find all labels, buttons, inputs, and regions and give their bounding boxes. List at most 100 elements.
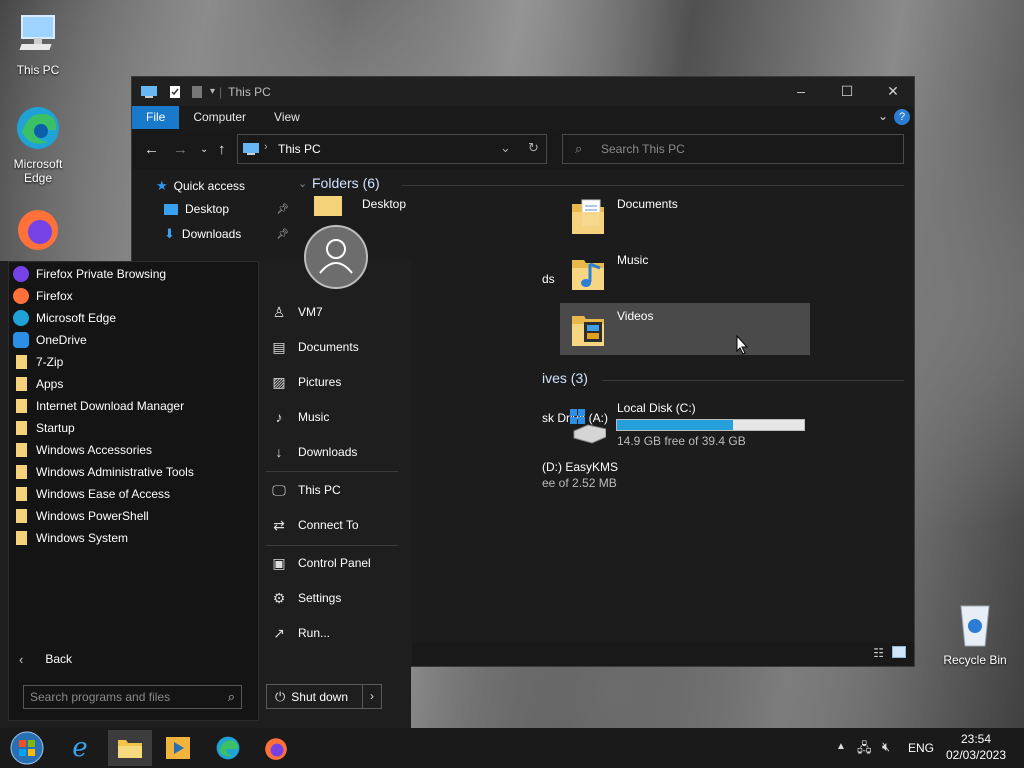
language-indicator[interactable]: ENG [908,741,934,755]
program-item[interactable]: Windows System [13,527,253,549]
up-arrow-icon[interactable]: ↑ [218,141,226,158]
maximize-button[interactable]: ☐ [824,77,870,106]
desktop-icon-edge[interactable]: Microsoft Edge [0,104,76,185]
pin-icon: 📌︎ [276,203,289,215]
program-item[interactable]: Microsoft Edge [13,307,253,329]
folder-tile-music[interactable]: Music [560,247,810,299]
large-icons-view-icon[interactable] [892,646,906,658]
close-button[interactable]: ✕ [870,77,916,106]
folder-tile-documents[interactable]: Documents [560,191,810,243]
shutdown-options-button[interactable]: › [362,684,382,709]
taskbar-file-explorer[interactable] [108,730,152,766]
folder-icon [314,196,342,216]
section-divider [602,380,904,381]
show-hidden-icons-icon[interactable]: ▲ [836,741,846,752]
section-divider [402,185,904,186]
start-link-user[interactable]: ♙ VM7 [270,298,400,326]
help-icon[interactable]: ? [894,109,910,125]
clock[interactable]: 23:54 02/03/2023 [940,732,1012,762]
start-link-label: This PC [298,483,341,497]
taskbar-internet-explorer[interactable]: e [58,730,102,766]
program-search-input[interactable]: Search programs and files ⌕ [23,685,242,709]
desktop-icon-this-pc[interactable]: This PC [0,10,76,77]
program-item[interactable]: Firefox Private Browsing [13,263,253,285]
desktop-icon-recycle-bin[interactable]: Recycle Bin [937,600,1013,667]
minimize-button[interactable]: – [778,77,824,106]
details-view-icon[interactable]: ☷ [873,646,884,660]
start-link-settings[interactable]: ⚙ Settings [270,584,400,612]
back-button[interactable]: ‹ Back [13,648,251,670]
run-icon: ↗ [273,624,285,641]
shutdown-button[interactable]: ⏻ Shut down [266,684,364,709]
mouse-cursor-icon [736,335,748,355]
drive-label: Local Disk (C:) [617,401,696,415]
program-item[interactable]: Startup [13,417,253,439]
chevron-down-icon[interactable]: ▾ [210,86,215,97]
nav-item-desktop[interactable]: Desktop 📌︎ [164,202,289,216]
computer-icon: 🖵︎ [272,481,286,498]
taskbar-firefox[interactable] [254,730,298,766]
program-item[interactable]: Windows Accessories [13,439,253,461]
program-item[interactable]: OneDrive [13,329,253,351]
volume-muted-icon[interactable]: 🔇︎ [882,739,890,755]
start-link-label: Documents [298,340,359,354]
search-icon: ⌕ [227,689,235,704]
collapse-chevron-icon[interactable]: ⌄ [298,177,307,190]
tab-view[interactable]: View [260,106,314,129]
address-bar[interactable]: › This PC ⌄ ↻ [237,134,547,164]
program-item[interactable]: Windows Administrative Tools [13,461,253,483]
start-button[interactable] [4,730,50,766]
folders-section-header[interactable]: Folders (6) [312,175,380,191]
drive-tile-c[interactable]: Local Disk (C:) 14.9 GB free of 39.4 GB [560,397,810,448]
start-link-documents[interactable]: ▤ Documents [270,333,400,361]
start-link-control-panel[interactable]: ▣ Control Panel [270,549,400,577]
start-link-connect-to[interactable]: ⇄ Connect To [270,511,400,539]
tab-file[interactable]: File [132,106,180,129]
new-folder-icon[interactable] [190,85,204,99]
nav-item-quick-access[interactable]: ★ Quick access [156,178,245,194]
back-arrow-icon[interactable]: ← [144,141,159,158]
program-item[interactable]: Windows Ease of Access [13,483,253,505]
nav-item-label: Quick access [173,179,246,193]
user-folder-icon: ♙ [272,303,286,320]
program-item[interactable]: Apps [13,373,253,395]
address-dropdown-icon[interactable]: ⌄ [500,140,511,156]
program-label: Windows Ease of Access [36,487,171,501]
start-link-pictures[interactable]: ▨ Pictures [270,368,400,396]
search-input[interactable]: ⌕ Search This PC [562,134,904,164]
desktop-icon-firefox[interactable] [0,204,76,257]
user-icon [319,239,353,274]
taskbar-edge[interactable] [206,730,250,766]
properties-icon[interactable] [168,85,182,99]
start-link-music[interactable]: ♪ Music [270,403,400,431]
refresh-icon[interactable]: ↻ [528,140,539,156]
start-link-label: Run... [298,626,331,640]
taskbar-media-player[interactable] [156,730,200,766]
drives-section-header[interactable]: ives (3) [542,370,588,386]
expand-ribbon-icon[interactable]: ⌄ [878,109,888,123]
start-link-run[interactable]: ↗ Run... [270,619,400,647]
start-link-this-pc[interactable]: 🖵︎ This PC [270,476,400,504]
folder-tile-videos[interactable]: Videos [560,303,810,355]
program-item[interactable]: Firefox [13,285,253,307]
program-item[interactable]: 7-Zip [13,351,253,373]
program-item[interactable]: Internet Download Manager [13,395,253,417]
gear-icon: ⚙ [272,589,286,606]
tab-computer[interactable]: Computer [179,106,260,129]
drive-d-label[interactable]: (D:) EasyKMS [542,460,618,474]
download-arrow-icon: ↓ [275,444,283,460]
program-item[interactable]: Windows PowerShell [13,505,253,527]
recent-locations-icon[interactable]: ⌄ [200,144,208,155]
desktop-folder-icon [164,203,178,215]
window-title: This PC [228,84,271,99]
nav-item-downloads[interactable]: ⬇ Downloads 📌︎ [164,226,289,242]
start-link-downloads[interactable]: ↓ Downloads [270,438,400,466]
media-player-icon [166,737,190,759]
firefox-icon [13,288,29,304]
breadcrumb[interactable]: This PC [278,142,321,156]
user-avatar[interactable] [304,225,368,289]
picture-icon: ▨ [272,373,286,390]
forward-arrow-icon[interactable]: → [173,141,188,158]
program-label: Firefox [36,289,73,303]
network-icon[interactable]: 🖧︎ [857,739,872,761]
